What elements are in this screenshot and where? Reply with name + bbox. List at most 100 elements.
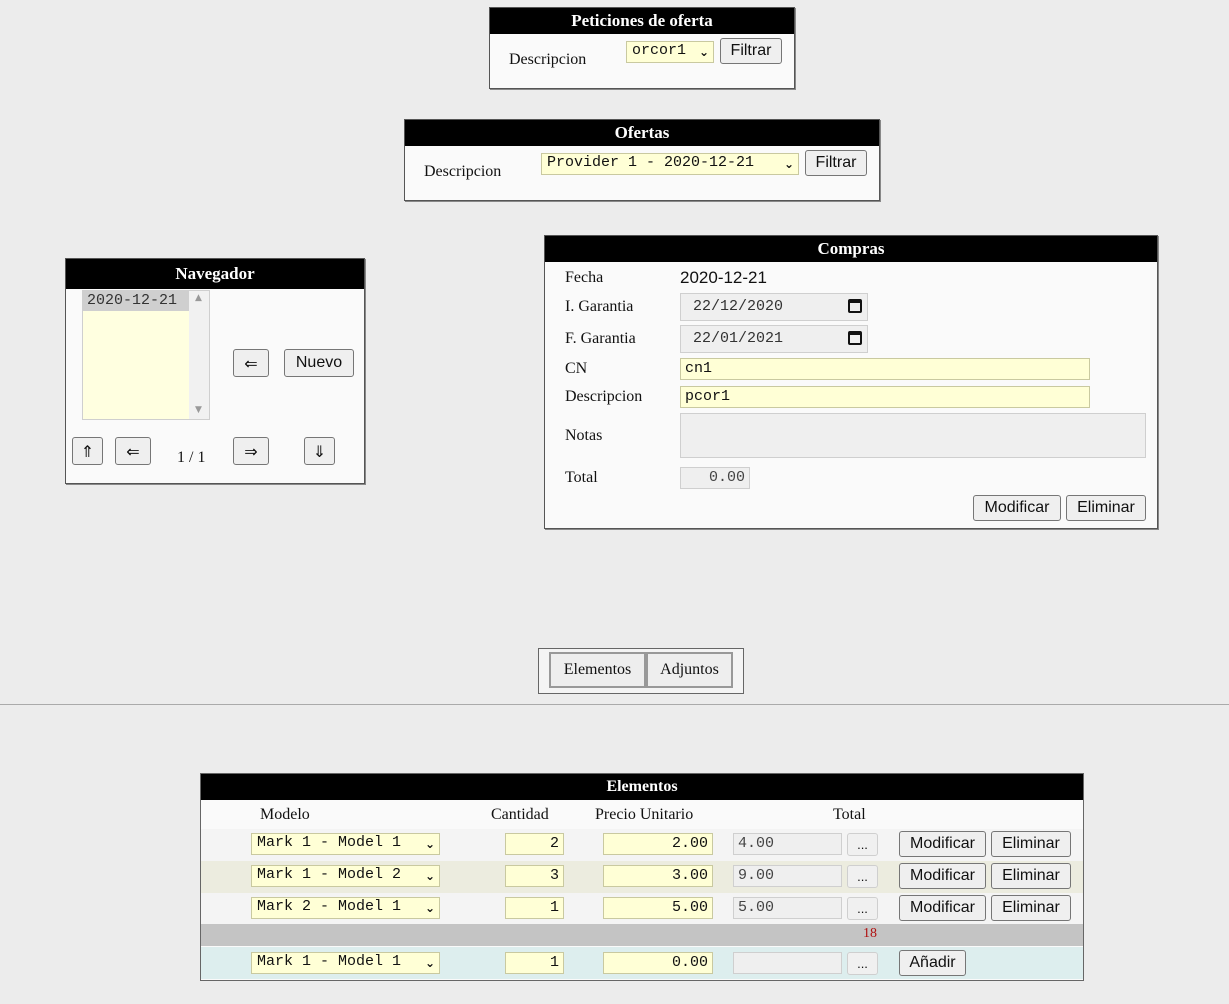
row-delete-button[interactable]: Eliminar: [991, 863, 1071, 889]
compras-panel: Compras Fecha 2020-12-21 I. Garantia 22/…: [544, 235, 1158, 529]
ofertas-select[interactable]: Provider 1 - 2020-12-21 ⌄: [541, 153, 799, 175]
row-modify-button[interactable]: Modificar: [899, 895, 986, 921]
elementos-panel: Elementos Modelo Cantidad Precio Unitari…: [200, 773, 1084, 981]
ofertas-descripcion-label: Descripcion: [424, 163, 502, 180]
cantidad-input[interactable]: 3: [505, 865, 564, 887]
navegador-list-item[interactable]: 2020-12-21: [83, 291, 189, 311]
ofertas-filter-button[interactable]: Filtrar: [805, 150, 867, 176]
row-delete-button[interactable]: Eliminar: [991, 895, 1071, 921]
navegador-list: 2020-12-21: [83, 291, 189, 311]
header-precio: Precio Unitario: [595, 806, 694, 823]
modelo-value: Mark 2 - Model 1: [257, 898, 402, 915]
peticiones-panel: Peticiones de oferta Descripcion orcor1 …: [489, 7, 795, 89]
navegador-panel: Navegador 2020-12-21 ▲ ▼ ⇐ Nuevo ⇑ ⇐ 1 /…: [65, 258, 365, 484]
calendar-icon[interactable]: [848, 331, 862, 345]
row-modify-button[interactable]: Modificar: [899, 863, 986, 889]
descripcion-label: Descripcion: [565, 388, 643, 405]
header-cantidad: Cantidad: [491, 806, 549, 823]
new-modelo-value: Mark 1 - Model 1: [257, 953, 402, 970]
new-element-row: Mark 1 - Model 1 ⌄ 1 0.00 ... Añadir: [201, 947, 1083, 979]
row-delete-button[interactable]: Eliminar: [991, 831, 1071, 857]
precio-input[interactable]: 2.00: [603, 833, 713, 855]
ofertas-panel: Ofertas Descripcion Provider 1 - 2020-12…: [404, 119, 880, 201]
precio-input[interactable]: 3.00: [603, 865, 713, 887]
cantidad-input[interactable]: 2: [505, 833, 564, 855]
chevron-down-icon: ⌄: [424, 901, 435, 915]
row-modify-button[interactable]: Modificar: [899, 831, 986, 857]
new-cantidad-input[interactable]: 1: [505, 952, 564, 974]
navegador-next-button[interactable]: ⇒: [233, 437, 269, 465]
more-button[interactable]: ...: [847, 865, 878, 888]
compras-title: Compras: [545, 236, 1157, 262]
header-modelo: Modelo: [260, 806, 310, 823]
navegador-page-indicator: 1 / 1: [177, 449, 206, 466]
i-garantia-date-input[interactable]: 22/12/2020: [680, 293, 868, 321]
table-row: Mark 1 - Model 2 ⌄ 3 3.00 9.00... Modificar El…: [201, 861, 1083, 893]
new-modelo-select[interactable]: Mark 1 - Model 1 ⌄: [251, 952, 440, 974]
new-precio-input[interactable]: 0.00: [603, 952, 713, 974]
new-total-value: [733, 952, 842, 974]
navegador-listbox[interactable]: 2020-12-21 ▲ ▼: [82, 290, 210, 420]
compras-delete-button[interactable]: Eliminar: [1066, 495, 1146, 521]
table-row: Mark 1 - Model 1 ⌄ 2 2.00 4.00... Modificar El…: [201, 829, 1083, 861]
total-value: 4.00: [733, 833, 842, 855]
i-garantia-value: 22/12/2020: [693, 298, 784, 315]
navegador-back-button[interactable]: ⇐: [233, 349, 269, 377]
more-button[interactable]: ...: [847, 833, 878, 856]
peticiones-select-value: orcor1: [632, 42, 687, 59]
scroll-up-icon[interactable]: ▲: [195, 293, 202, 303]
ofertas-select-value: Provider 1 - 2020-12-21: [547, 154, 755, 171]
peticiones-title: Peticiones de oferta: [490, 8, 794, 34]
new-more-button[interactable]: ...: [847, 952, 878, 975]
modelo-value: Mark 1 - Model 1: [257, 834, 402, 851]
modelo-select[interactable]: Mark 2 - Model 1 ⌄: [251, 897, 440, 919]
navegador-first-button[interactable]: ⇑: [72, 437, 103, 465]
chevron-down-icon: ⌄: [424, 956, 435, 970]
sum-row: 18: [201, 924, 1083, 946]
scroll-down-icon[interactable]: ▼: [195, 405, 202, 415]
precio-input[interactable]: 5.00: [603, 897, 713, 919]
navegador-new-button[interactable]: Nuevo: [284, 349, 354, 377]
tab-adjuntos[interactable]: Adjuntos: [646, 652, 733, 688]
total-value: 0.00: [680, 467, 750, 489]
sum-total: 18: [863, 926, 877, 941]
total-value: 9.00: [733, 865, 842, 887]
calendar-icon[interactable]: [848, 299, 862, 313]
f-garantia-value: 22/01/2021: [693, 330, 784, 347]
compras-modify-button[interactable]: Modificar: [973, 495, 1061, 521]
header-total: Total: [833, 806, 866, 823]
tab-bar: Elementos Adjuntos: [538, 648, 744, 694]
chevron-down-icon: ⌄: [424, 869, 435, 883]
divider: [0, 704, 1229, 705]
navegador-prev-button[interactable]: ⇐: [115, 437, 151, 465]
more-button[interactable]: ...: [847, 897, 878, 920]
peticiones-descripcion-label: Descripcion: [509, 51, 587, 68]
fecha-label: Fecha: [565, 269, 604, 286]
tab-elementos[interactable]: Elementos: [549, 652, 646, 688]
chevron-down-icon: ⌄: [424, 837, 435, 851]
table-row: Mark 2 - Model 1 ⌄ 1 5.00 5.00... Modificar El…: [201, 893, 1083, 925]
f-garantia-date-input[interactable]: 22/01/2021: [680, 325, 868, 353]
cantidad-input[interactable]: 1: [505, 897, 564, 919]
elementos-title: Elementos: [201, 774, 1083, 800]
notas-textarea[interactable]: [680, 413, 1146, 458]
modelo-select[interactable]: Mark 1 - Model 2 ⌄: [251, 865, 440, 887]
listbox-scrollbar[interactable]: ▲ ▼: [189, 291, 209, 419]
navegador-last-button[interactable]: ⇓: [304, 437, 335, 465]
notas-label: Notas: [565, 427, 603, 444]
modelo-value: Mark 1 - Model 2: [257, 866, 402, 883]
peticiones-select[interactable]: orcor1 ⌄: [626, 41, 714, 63]
total-value: 5.00: [733, 897, 842, 919]
navegador-title: Navegador: [66, 259, 364, 289]
cn-label: CN: [565, 360, 588, 377]
descripcion-input[interactable]: pcor1: [680, 386, 1090, 408]
modelo-select[interactable]: Mark 1 - Model 1 ⌄: [251, 833, 440, 855]
add-button[interactable]: Añadir: [899, 950, 966, 976]
f-garantia-label: F. Garantia: [565, 330, 636, 347]
ofertas-title: Ofertas: [405, 120, 879, 146]
peticiones-filter-button[interactable]: Filtrar: [720, 38, 782, 64]
chevron-down-icon: ⌄: [783, 157, 794, 171]
fecha-value: 2020-12-21: [680, 268, 767, 287]
chevron-down-icon: ⌄: [698, 45, 709, 59]
cn-input[interactable]: cn1: [680, 358, 1090, 380]
